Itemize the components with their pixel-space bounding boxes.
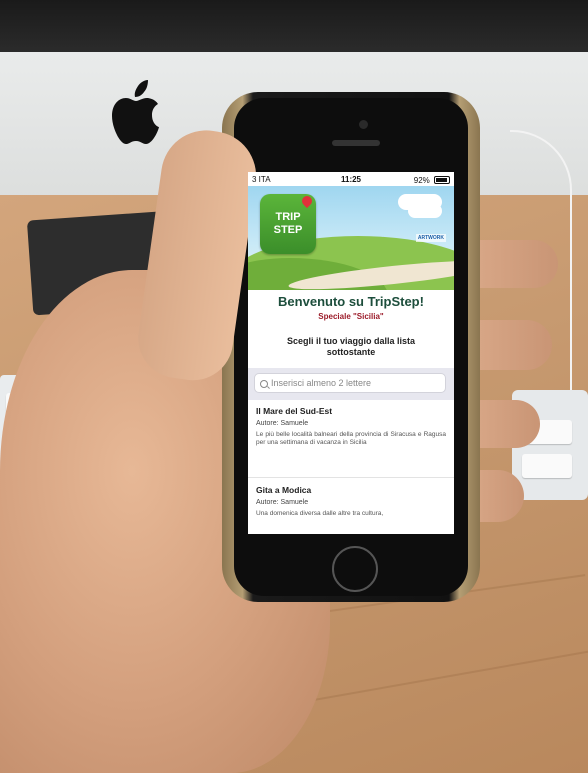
search-icon xyxy=(260,380,268,388)
search-input[interactable]: Inserisci almeno 2 lettere xyxy=(254,373,446,393)
app-screen: 3 ITA 11:25 92% TRIP STEP ARTWORK Benven… xyxy=(248,172,454,534)
trip-description: Le più belle località balneari della pro… xyxy=(256,431,446,446)
finger xyxy=(470,320,552,370)
logo-line-1: TRIP xyxy=(275,211,301,223)
battery-indicator: 92% xyxy=(414,175,450,185)
search-bar: Inserisci almeno 2 lettere xyxy=(248,368,454,400)
tripstep-logo: TRIP STEP xyxy=(260,193,316,254)
list-item[interactable]: Il Mare del Sud-Est Autore: Samuele Le p… xyxy=(248,400,454,478)
instruction-text: Scegli il tuo viaggio dalla lista sottos… xyxy=(286,336,416,357)
trip-title: Gita a Modica xyxy=(256,485,312,495)
header-banner: TRIP STEP ARTWORK xyxy=(248,186,454,290)
front-camera xyxy=(359,120,368,129)
finger xyxy=(470,240,558,288)
monitor-bezel xyxy=(0,0,588,52)
finger xyxy=(470,400,540,448)
apple-logo-icon xyxy=(112,80,159,144)
battery-percent: 92% xyxy=(413,176,430,185)
trip-author: Autore: Samuele xyxy=(256,499,309,506)
trip-author: Autore: Samuele xyxy=(256,420,309,427)
status-bar: 3 ITA 11:25 92% xyxy=(248,172,454,186)
map-pin-icon xyxy=(299,193,315,209)
list-item[interactable]: Gita a Modica Autore: Samuele Una domeni… xyxy=(248,479,454,534)
cloud-icon xyxy=(408,204,442,218)
battery-icon xyxy=(434,176,450,184)
partner-logo: ARTWORK xyxy=(415,234,446,242)
welcome-title: Benvenuto su TripStep! xyxy=(278,294,424,309)
trip-title: Il Mare del Sud-Est xyxy=(256,406,333,416)
logo-line-2: STEP xyxy=(273,224,303,236)
trip-description: Una domenica diversa dalle altre tra cul… xyxy=(256,510,384,517)
home-button[interactable] xyxy=(332,546,378,592)
earpiece-speaker xyxy=(332,140,380,146)
special-label: Speciale "Sicilia" xyxy=(318,312,384,321)
